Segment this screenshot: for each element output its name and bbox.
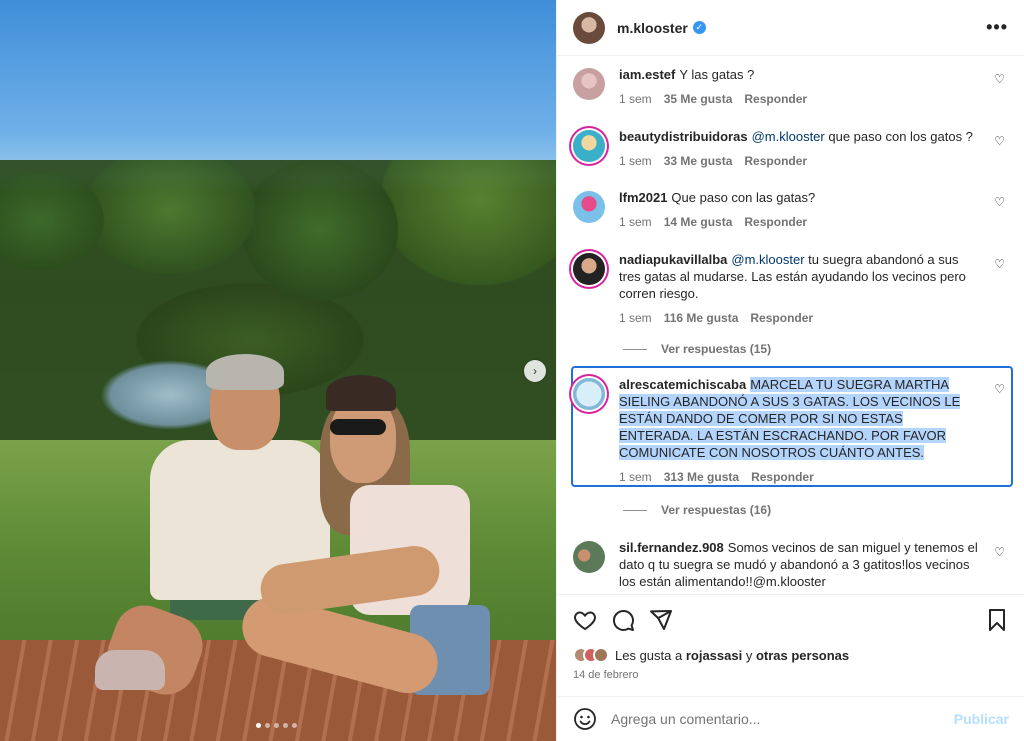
post-header: m.klooster ✓ ••• — [557, 0, 1024, 56]
view-replies-button[interactable]: Ver respuestas (15) — [623, 342, 771, 356]
comment-username[interactable]: lfm2021 — [619, 190, 667, 205]
reply-button[interactable]: Responder — [744, 214, 807, 231]
post-date[interactable]: 14 de febrero — [573, 669, 1009, 681]
more-options-icon[interactable]: ••• — [986, 17, 1008, 38]
like-comment-heart-icon[interactable]: ♡ — [994, 72, 1005, 86]
view-replies-label[interactable]: Ver respuestas (16) — [661, 503, 771, 517]
comment-body: beautydistribuidoras @m.klooster que paso… — [619, 128, 979, 170]
comment-input[interactable] — [611, 711, 954, 727]
comment: alrescatemichiscaba MARCELA TU SUEGRA MAR… — [573, 376, 1009, 486]
comment-bubble-icon[interactable] — [611, 608, 635, 632]
carousel-dot — [292, 723, 297, 728]
photo-woman — [235, 375, 500, 735]
comment: lfm2021 Que paso con las gatas? 1 sem 14 … — [573, 189, 1009, 231]
likes-text: Les gusta a rojassasi y otras personas — [615, 648, 849, 663]
comment-body: lfm2021 Que paso con las gatas? 1 sem 14 … — [619, 189, 979, 231]
comment-time[interactable]: 1 sem — [619, 153, 652, 170]
comments-list[interactable]: iam.estef Y las gatas ? 1 sem 35 Me gusta… — [557, 56, 1024, 594]
commenter-avatar[interactable] — [573, 130, 605, 162]
carousel-dot — [265, 723, 270, 728]
publish-button[interactable]: Publicar — [954, 711, 1009, 727]
replies-divider — [623, 348, 647, 350]
comment-meta: 1 sem 33 Me gusta Responder — [619, 153, 979, 170]
likes-summary: Les gusta a rojassasi y otras personas — [573, 647, 1009, 663]
replies-divider — [623, 509, 647, 511]
comment-body: nadiapukavillalba @m.klooster tu suegra a… — [619, 251, 979, 327]
comment-body: iam.estef Y las gatas ? 1 sem 35 Me gusta… — [619, 66, 979, 108]
share-send-icon[interactable] — [649, 608, 673, 632]
comment-username[interactable]: sil.fernandez.908 — [619, 540, 724, 555]
next-photo-button[interactable]: › — [524, 360, 546, 382]
reply-button[interactable]: Responder — [744, 91, 807, 108]
liker-username[interactable]: rojassasi — [686, 648, 742, 663]
like-comment-heart-icon[interactable]: ♡ — [994, 134, 1005, 148]
comment: nadiapukavillalba @m.klooster tu suegra a… — [573, 251, 1009, 327]
action-icons — [573, 607, 1009, 633]
like-comment-heart-icon[interactable]: ♡ — [994, 257, 1005, 271]
verified-icon: ✓ — [692, 21, 706, 34]
comment-meta: 1 sem 35 Me gusta Responder — [619, 91, 979, 108]
comment-likes[interactable]: 35 Me gusta — [664, 91, 733, 108]
likes-prefix: Les gusta a — [615, 647, 686, 663]
comment-username[interactable]: nadiapukavillalba — [619, 252, 727, 267]
comment-composer: Publicar — [557, 696, 1024, 741]
comment: sil.fernandez.908 Somos vecinos de san mi… — [573, 539, 1009, 590]
commenter-avatar[interactable] — [573, 541, 605, 573]
comment-likes[interactable]: 33 Me gusta — [664, 153, 733, 170]
carousel-dot — [283, 723, 288, 728]
comment-username[interactable]: beautydistribuidoras — [619, 129, 748, 144]
comment-meta: 1 sem 14 Me gusta Responder — [619, 214, 979, 231]
carousel-dot — [256, 723, 261, 728]
comment-meta: 1 sem 116 Me gusta Responder — [619, 310, 979, 327]
like-comment-heart-icon[interactable]: ♡ — [994, 195, 1005, 209]
like-heart-icon[interactable] — [573, 608, 597, 632]
comment-time[interactable]: 1 sem — [619, 469, 652, 486]
post-photo — [0, 0, 556, 741]
comment-time[interactable]: 1 sem — [619, 91, 652, 108]
view-replies-button[interactable]: Ver respuestas (16) — [623, 503, 771, 517]
comment-meta: 1 sem 313 Me gusta Responder — [619, 469, 979, 486]
comment-username[interactable]: alrescatemichiscaba — [619, 377, 746, 392]
commenter-avatar[interactable] — [573, 68, 605, 100]
comment-likes[interactable]: 313 Me gusta — [664, 469, 739, 486]
comment-likes[interactable]: 116 Me gusta — [664, 310, 739, 327]
comment-mention[interactable]: @m.klooster — [731, 252, 804, 267]
post-panel: m.klooster ✓ ••• iam.estef Y las gatas ? … — [556, 0, 1024, 741]
comment: beautydistribuidoras @m.klooster que paso… — [573, 128, 1009, 170]
view-replies-label[interactable]: Ver respuestas (15) — [661, 342, 771, 356]
commenter-avatar[interactable] — [573, 253, 605, 285]
comment-body: alrescatemichiscaba MARCELA TU SUEGRA MAR… — [619, 376, 979, 486]
comment-likes[interactable]: 14 Me gusta — [664, 214, 733, 231]
comment: iam.estef Y las gatas ? 1 sem 35 Me gusta… — [573, 66, 1009, 108]
author-avatar[interactable] — [573, 11, 605, 44]
author-username[interactable]: m.klooster — [617, 20, 688, 36]
comment-time[interactable]: 1 sem — [619, 214, 652, 231]
comment-mention[interactable]: @m.klooster — [752, 129, 825, 144]
likes-middle: y — [742, 647, 756, 663]
commenter-avatar[interactable] — [573, 378, 605, 410]
like-comment-heart-icon[interactable]: ♡ — [994, 545, 1005, 559]
comment-text: Que paso con las gatas? — [671, 190, 816, 205]
reply-button[interactable]: Responder — [750, 310, 813, 327]
commenter-avatar[interactable] — [573, 191, 605, 223]
like-comment-heart-icon[interactable]: ♡ — [994, 382, 1005, 396]
emoji-icon[interactable] — [573, 707, 597, 731]
carousel-dot — [274, 723, 279, 728]
carousel-dots — [256, 723, 297, 728]
comment-time[interactable]: 1 sem — [619, 310, 652, 327]
comment-text: que paso con los gatos ? — [824, 129, 973, 144]
others-link[interactable]: otras personas — [756, 648, 849, 663]
save-bookmark-icon[interactable] — [985, 608, 1009, 632]
comment-username[interactable]: iam.estef — [619, 67, 675, 82]
reply-button[interactable]: Responder — [744, 153, 807, 170]
reply-button[interactable]: Responder — [751, 469, 814, 486]
post-actions: Les gusta a rojassasi y otras personas 1… — [557, 594, 1024, 681]
comment-text: Y las gatas ? — [679, 67, 755, 82]
liker-avatar — [593, 647, 609, 663]
comment-body: sil.fernandez.908 Somos vecinos de san mi… — [619, 539, 979, 590]
